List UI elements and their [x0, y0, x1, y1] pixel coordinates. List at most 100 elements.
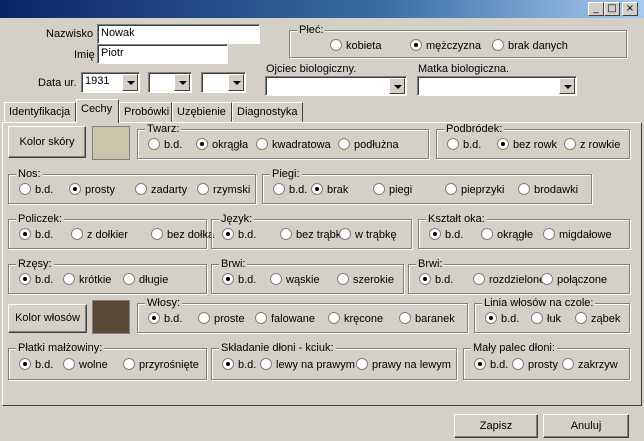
- tongue-option[interactable]: bez trąbk: [280, 228, 341, 241]
- nose-option[interactable]: rzymski: [197, 183, 250, 196]
- save-button[interactable]: Zapisz: [454, 414, 538, 438]
- surname-input[interactable]: Nowak: [97, 24, 260, 44]
- birth-month-select[interactable]: [148, 72, 192, 93]
- earlobes-option[interactable]: przyrośnięte: [123, 358, 199, 371]
- chin-option[interactable]: bez rowk: [497, 138, 557, 151]
- cheeks-option[interactable]: z dołkier: [71, 228, 128, 241]
- chin-group-title: Podbródek:: [444, 123, 505, 135]
- hair-option[interactable]: falowane: [255, 312, 315, 325]
- radio-icon: [447, 138, 459, 150]
- birth-day-select[interactable]: [201, 72, 246, 93]
- radio-icon: [373, 183, 385, 195]
- birth-year-select[interactable]: 1931: [81, 72, 140, 93]
- brows-width-option[interactable]: b.d.: [222, 273, 256, 286]
- lashes-option[interactable]: krótkie: [63, 273, 111, 286]
- tab-probowki[interactable]: Probówki: [119, 102, 172, 122]
- sex-option-female[interactable]: kobieta: [330, 39, 381, 52]
- freckles-option[interactable]: brodawki: [518, 183, 578, 196]
- chevron-down-icon[interactable]: [122, 74, 138, 91]
- hand-fold-option[interactable]: lewy na prawym: [260, 358, 355, 371]
- face-option[interactable]: podłużna: [338, 138, 399, 151]
- nose-option[interactable]: zadarty: [135, 183, 187, 196]
- tab-cechy[interactable]: Cechy: [76, 99, 119, 123]
- brows-join-group-title: Brwi:: [416, 258, 445, 270]
- brows-join-option[interactable]: rozdzielone: [473, 273, 545, 286]
- sex-group-title: Płeć:: [297, 24, 326, 36]
- face-option[interactable]: b.d.: [148, 138, 182, 151]
- nose-option[interactable]: prosty: [69, 183, 115, 196]
- cancel-button[interactable]: Anuluj: [543, 414, 629, 438]
- chevron-down-icon[interactable]: [559, 78, 575, 94]
- radio-checked-icon: [222, 228, 234, 240]
- pinky-option[interactable]: prosty: [512, 358, 558, 371]
- nose-group-title: Nos:: [16, 168, 43, 180]
- earlobes-option[interactable]: wolne: [63, 358, 108, 371]
- radio-icon: [63, 358, 75, 370]
- hair-option[interactable]: baranek: [399, 312, 455, 325]
- nose-option[interactable]: b.d.: [19, 183, 53, 196]
- freckles-option[interactable]: piegi: [373, 183, 412, 196]
- sex-option-nodata[interactable]: brak danych: [492, 39, 568, 52]
- radio-checked-icon: [474, 358, 486, 370]
- name-input[interactable]: Piotr: [97, 44, 228, 64]
- radio-icon: [445, 183, 457, 195]
- eye-shape-option[interactable]: okrągłe: [481, 228, 533, 241]
- radio-icon: [151, 228, 163, 240]
- hand-fold-option[interactable]: b.d.: [222, 358, 256, 371]
- chin-option[interactable]: b.d.: [447, 138, 481, 151]
- hair-option[interactable]: proste: [198, 312, 245, 325]
- eye-shape-option[interactable]: b.d.: [429, 228, 463, 241]
- brows-join-option[interactable]: b.d.: [419, 273, 453, 286]
- tab-uzebienie[interactable]: Uzębienie: [172, 102, 232, 122]
- hairline-group: Linia włosów na czole: b.d. łuk ząbek: [474, 297, 630, 333]
- hand-fold-option[interactable]: prawy na lewym: [356, 358, 451, 371]
- sex-option-male[interactable]: mężczyzna: [410, 39, 481, 52]
- close-button[interactable]: ×: [622, 2, 638, 16]
- face-option[interactable]: okrągła: [196, 138, 248, 151]
- cheeks-option[interactable]: bez dołka: [151, 228, 214, 241]
- eye-shape-option[interactable]: migdałowe: [543, 228, 612, 241]
- hairline-option[interactable]: b.d.: [485, 312, 519, 325]
- tab-diagnostyka[interactable]: Diagnostyka: [232, 102, 303, 122]
- brows-width-option[interactable]: szerokie: [337, 273, 394, 286]
- hairline-option[interactable]: ząbek: [575, 312, 620, 325]
- hair-option[interactable]: b.d.: [148, 312, 182, 325]
- hairline-option[interactable]: łuk: [531, 312, 561, 325]
- tab-identyfikacja[interactable]: Identyfikacja: [4, 102, 76, 122]
- pinky-group-title: Mały palec dłoni:: [471, 342, 557, 354]
- father-select[interactable]: [265, 76, 407, 96]
- tongue-group-title: Język:: [219, 213, 255, 225]
- chevron-down-icon[interactable]: [389, 78, 405, 94]
- lashes-option[interactable]: b.d.: [19, 273, 53, 286]
- chin-option[interactable]: z rowkie: [564, 138, 620, 151]
- brows-width-option[interactable]: wąskie: [270, 273, 320, 286]
- pinky-option[interactable]: zakrzyw: [562, 358, 618, 371]
- freckles-option[interactable]: pieprzyki: [445, 183, 504, 196]
- tongue-option[interactable]: b.d.: [222, 228, 256, 241]
- pinky-option[interactable]: b.d.: [474, 358, 508, 371]
- tongue-option[interactable]: w trąbkę: [339, 228, 397, 241]
- chin-group: Podbródek: b.d. bez rowk z rowkie: [436, 123, 630, 159]
- mother-select[interactable]: [417, 76, 577, 96]
- radio-icon: [399, 312, 411, 324]
- chevron-down-icon[interactable]: [174, 74, 190, 91]
- cheeks-option[interactable]: b.d.: [19, 228, 53, 241]
- father-label: Ojciec biologiczny.: [266, 63, 357, 75]
- lashes-option[interactable]: długie: [123, 273, 168, 286]
- hand-fold-group-title: Składanie dłoni - kciuk:: [219, 342, 336, 354]
- minimize-button[interactable]: _: [588, 2, 604, 16]
- chevron-down-icon[interactable]: [228, 74, 244, 91]
- freckles-group-title: Piegi:: [270, 168, 302, 180]
- hair-color-button[interactable]: Kolor włosów: [8, 304, 87, 333]
- skin-color-button[interactable]: Kolor skóry: [8, 126, 86, 158]
- freckles-option[interactable]: brak: [311, 183, 348, 196]
- hair-option[interactable]: kręcone: [328, 312, 383, 325]
- maximize-button[interactable]: □: [604, 2, 620, 16]
- radio-icon: [337, 273, 349, 285]
- brows-join-option[interactable]: połączone: [541, 273, 607, 286]
- freckles-option[interactable]: b.d.: [273, 183, 307, 196]
- earlobes-option[interactable]: b.d.: [19, 358, 53, 371]
- hairline-group-title: Linia włosów na czole:: [482, 297, 596, 309]
- face-option[interactable]: kwadratowa: [256, 138, 331, 151]
- radio-icon: [135, 183, 147, 195]
